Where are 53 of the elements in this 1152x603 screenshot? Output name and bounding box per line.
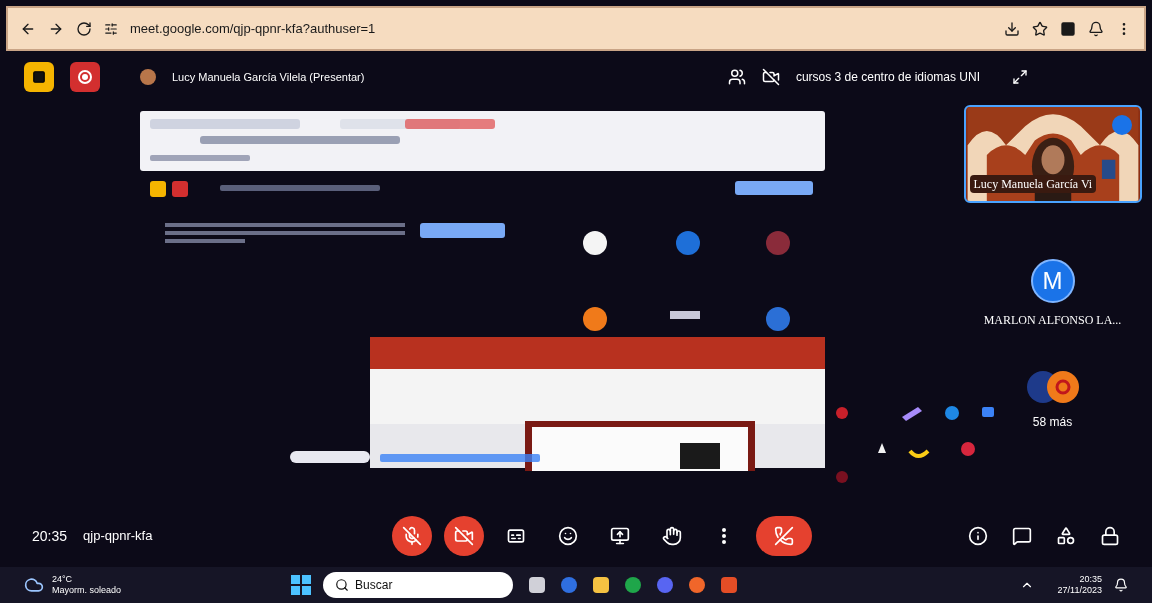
weather-icon[interactable] xyxy=(24,575,44,595)
chat-icon[interactable] xyxy=(1012,526,1032,546)
participant-name: Lucy Manuela García Vi xyxy=(969,175,1097,193)
microphone-off-button[interactable] xyxy=(392,516,433,556)
emoji-icon xyxy=(558,526,579,546)
meeting-code: qjp-qpnr-kfa xyxy=(83,527,153,546)
taskbar-time: 20:35 xyxy=(1079,573,1102,585)
address-bar[interactable]: meet.google.com/qjp-qpnr-kfa?authuser=1 xyxy=(130,18,992,39)
host-controls-icon[interactable] xyxy=(1100,526,1120,546)
windows-start-icon[interactable] xyxy=(291,575,312,595)
participant-avatar: M xyxy=(1030,259,1075,303)
weather-temperature: 24°C xyxy=(52,573,74,585)
bookmark-icon[interactable] xyxy=(1032,20,1048,37)
meeting-time: 20:35 xyxy=(32,526,68,546)
taskbar-date: 27/11/2023 xyxy=(1057,585,1102,597)
weather-description: Mayorm. soleado xyxy=(52,585,122,597)
notification-icon[interactable] xyxy=(1114,578,1128,592)
extension-icon[interactable] xyxy=(1060,20,1076,37)
camera-off-icon xyxy=(761,68,780,86)
record-icon xyxy=(77,69,93,85)
site-settings-icon[interactable] xyxy=(104,21,118,36)
more-icon xyxy=(722,528,727,544)
search-icon xyxy=(335,578,350,592)
hangup-icon xyxy=(774,526,795,546)
taskbar-app-icon[interactable] xyxy=(529,577,546,593)
taskbar-app-icon[interactable] xyxy=(625,577,642,593)
presenter-label: Lucy Manuela García Vilela (Presentar) xyxy=(172,69,365,85)
record-button[interactable] xyxy=(70,62,100,92)
camera-icon xyxy=(454,526,475,546)
bell-icon[interactable] xyxy=(1088,20,1104,37)
reload-icon[interactable] xyxy=(76,20,92,37)
participant-video-tile[interactable]: Lucy Manuela García Vi xyxy=(963,105,1142,203)
camera-off-button[interactable] xyxy=(444,516,485,556)
meeting-title: cursos 3 de centro de idiomas UNI xyxy=(795,69,980,86)
hang-up-button[interactable] xyxy=(756,516,813,556)
taskbar-app-icon[interactable] xyxy=(593,577,610,593)
notes-button[interactable] xyxy=(24,62,54,92)
hand-icon xyxy=(662,526,683,546)
taskbar-search-field[interactable]: Buscar xyxy=(323,572,514,598)
participant-avatars-icon xyxy=(1024,369,1081,405)
present-icon xyxy=(610,526,631,546)
info-icon[interactable] xyxy=(968,526,988,546)
more-participants-label: 58 más xyxy=(1032,414,1073,431)
download-icon[interactable] xyxy=(1004,20,1020,37)
presenter-avatar xyxy=(140,69,156,85)
notes-icon xyxy=(32,70,46,84)
mic-icon xyxy=(402,526,423,546)
people-icon[interactable] xyxy=(727,68,746,86)
captions-icon xyxy=(506,526,527,546)
participant-name: MARLON ALFONSO LA... xyxy=(983,312,1122,329)
taskbar-app-icon[interactable] xyxy=(689,577,706,593)
fullscreen-icon[interactable] xyxy=(1012,69,1028,85)
activities-icon[interactable] xyxy=(1056,526,1076,546)
